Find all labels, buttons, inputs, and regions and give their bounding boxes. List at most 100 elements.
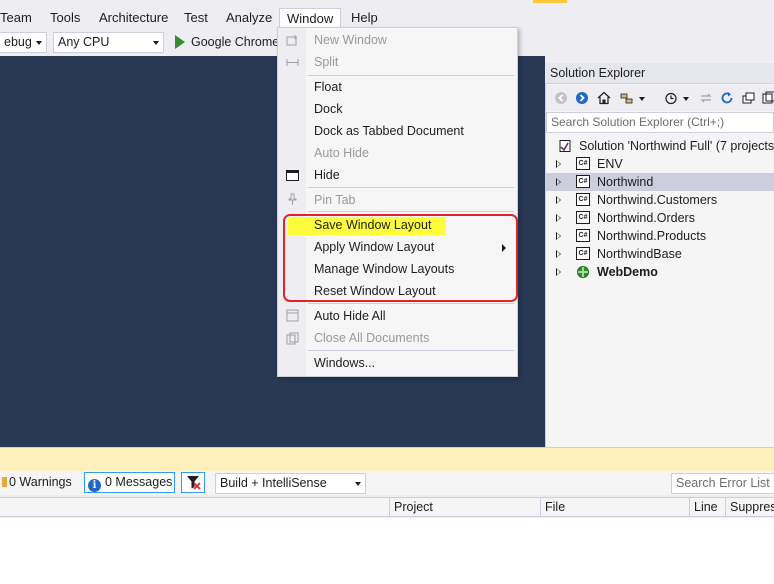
accent-strip <box>533 0 567 3</box>
tree-project-northwind-orders[interactable]: C# Northwind.Orders <box>546 209 774 227</box>
error-list-search-placeholder: Search Error List <box>676 476 770 490</box>
pending-changes-icon[interactable] <box>664 91 678 105</box>
solution-label: Solution 'Northwind Full' (7 projects) <box>579 139 774 153</box>
chevron-down-icon <box>153 41 159 45</box>
pin-icon <box>288 193 297 205</box>
project-label: Northwind.Products <box>597 229 707 243</box>
error-list-body <box>0 518 774 584</box>
menu-item-auto-hide[interactable]: Auto Hide <box>314 143 369 163</box>
split-icon <box>286 59 299 66</box>
show-all-files-icon[interactable] <box>762 91 774 105</box>
menu-separator <box>308 350 514 351</box>
tree-project-northwind[interactable]: C# Northwind <box>546 173 774 191</box>
collapse-all-icon[interactable] <box>742 91 756 105</box>
chevron-down-icon <box>36 41 42 45</box>
csharp-project-icon: C# <box>576 211 590 224</box>
solution-explorer-search-input[interactable]: Search Solution Explorer (Ctrl+;) <box>546 112 774 133</box>
error-list-header: Project File Line Suppress <box>0 497 774 517</box>
menu-item-windows[interactable]: Windows... <box>314 353 375 373</box>
csharp-project-icon: C# <box>576 247 590 260</box>
csharp-project-icon: C# <box>576 193 590 206</box>
home-icon[interactable] <box>597 91 611 105</box>
error-scope-value: Build + IntelliSense <box>220 476 327 490</box>
expand-arrow-icon[interactable] <box>556 268 561 276</box>
menu-item-hide[interactable]: Hide <box>314 165 340 185</box>
sync-icon[interactable] <box>699 91 713 105</box>
filter-icon <box>187 476 201 490</box>
menu-analyze[interactable]: Analyze <box>226 9 272 27</box>
menu-item-float[interactable]: Float <box>314 77 342 97</box>
expand-arrow-icon[interactable] <box>556 160 561 168</box>
tree-solution-node[interactable]: Solution 'Northwind Full' (7 projects) <box>546 137 774 155</box>
info-icon: i <box>88 479 101 492</box>
csharp-project-icon: C# <box>576 157 590 170</box>
solution-icon <box>559 140 571 152</box>
expand-arrow-icon[interactable] <box>556 178 561 186</box>
warnings-filter-button[interactable]: 0 Warnings <box>0 473 72 494</box>
forward-icon[interactable] <box>575 91 589 105</box>
menu-item-split[interactable]: Split <box>314 52 338 72</box>
expand-arrow-icon[interactable] <box>556 196 561 204</box>
filter-toggle-button[interactable] <box>181 472 205 493</box>
error-list-search-input[interactable]: Search Error List <box>671 473 774 494</box>
menu-separator <box>308 303 514 304</box>
error-scope-combo[interactable]: Build + IntelliSense <box>215 473 366 494</box>
tree-project-env[interactable]: C# ENV <box>546 155 774 173</box>
project-label: Northwind <box>597 175 654 189</box>
back-icon[interactable] <box>554 91 568 105</box>
expand-arrow-icon[interactable] <box>556 232 561 240</box>
chevron-down-icon <box>355 482 361 486</box>
tree-project-northwindbase[interactable]: C# NorthwindBase <box>546 245 774 263</box>
solution-explorer-title: Solution Explorer <box>545 63 774 84</box>
menu-tools[interactable]: Tools <box>50 9 80 27</box>
platform-combo[interactable]: Any CPU <box>53 32 164 53</box>
menu-separator <box>308 211 514 212</box>
warning-icon <box>2 477 7 487</box>
configuration-combo[interactable]: ebug <box>0 32 47 53</box>
web-project-icon <box>577 266 589 278</box>
menu-separator <box>308 187 514 188</box>
menu-item-close-all-documents[interactable]: Close All Documents <box>314 328 429 348</box>
menu-test[interactable]: Test <box>184 9 208 27</box>
menu-window[interactable]: Window <box>279 8 342 28</box>
messages-label: 0 Messages <box>105 475 173 489</box>
project-label: ENV <box>597 157 623 171</box>
menu-help[interactable]: Help <box>351 9 378 27</box>
platform-value: Any CPU <box>58 35 110 49</box>
callout-box <box>283 214 518 302</box>
menu-architecture[interactable]: Architecture <box>99 9 168 27</box>
menu-item-dock[interactable]: Dock <box>314 99 342 119</box>
menu-item-new-window[interactable]: New Window <box>314 30 387 50</box>
column-line[interactable]: Line <box>689 498 725 516</box>
chevron-down-icon[interactable] <box>639 97 645 101</box>
menu-item-dock-tabbed[interactable]: Dock as Tabbed Document <box>314 121 464 141</box>
chevron-down-icon[interactable] <box>683 97 689 101</box>
project-label: Northwind.Customers <box>597 193 718 207</box>
messages-filter-button[interactable]: i 0 Messages <box>84 472 175 493</box>
notification-strip <box>0 447 774 471</box>
solution-explorer-toolbar <box>546 85 774 111</box>
refresh-icon[interactable] <box>720 91 734 105</box>
tree-project-northwind-products[interactable]: C# Northwind.Products <box>546 227 774 245</box>
configuration-value: ebug <box>4 35 32 49</box>
new-window-icon <box>286 35 297 46</box>
expand-arrow-icon[interactable] <box>556 250 561 258</box>
menu-item-auto-hide-all[interactable]: Auto Hide All <box>314 306 386 326</box>
project-label: NorthwindBase <box>597 247 682 261</box>
menu-team[interactable]: Team <box>0 9 32 27</box>
expand-arrow-icon[interactable] <box>556 214 561 222</box>
play-icon[interactable] <box>175 35 185 49</box>
tree-project-webdemo[interactable]: WebDemo <box>546 263 774 281</box>
run-target-label[interactable]: Google Chrome <box>191 34 279 50</box>
menu-item-pin-tab[interactable]: Pin Tab <box>314 190 355 210</box>
column-suppression[interactable]: Suppress <box>725 498 774 516</box>
csharp-project-icon: C# <box>576 229 590 242</box>
csharp-project-icon: C# <box>576 175 590 188</box>
auto-hide-all-icon <box>286 309 299 322</box>
view-switch-icon[interactable] <box>620 91 634 105</box>
column-project[interactable]: Project <box>389 498 540 516</box>
project-label: Northwind.Orders <box>597 211 695 225</box>
tree-project-northwind-customers[interactable]: C# Northwind.Customers <box>546 191 774 209</box>
project-label: WebDemo <box>597 265 658 279</box>
column-file[interactable]: File <box>540 498 689 516</box>
